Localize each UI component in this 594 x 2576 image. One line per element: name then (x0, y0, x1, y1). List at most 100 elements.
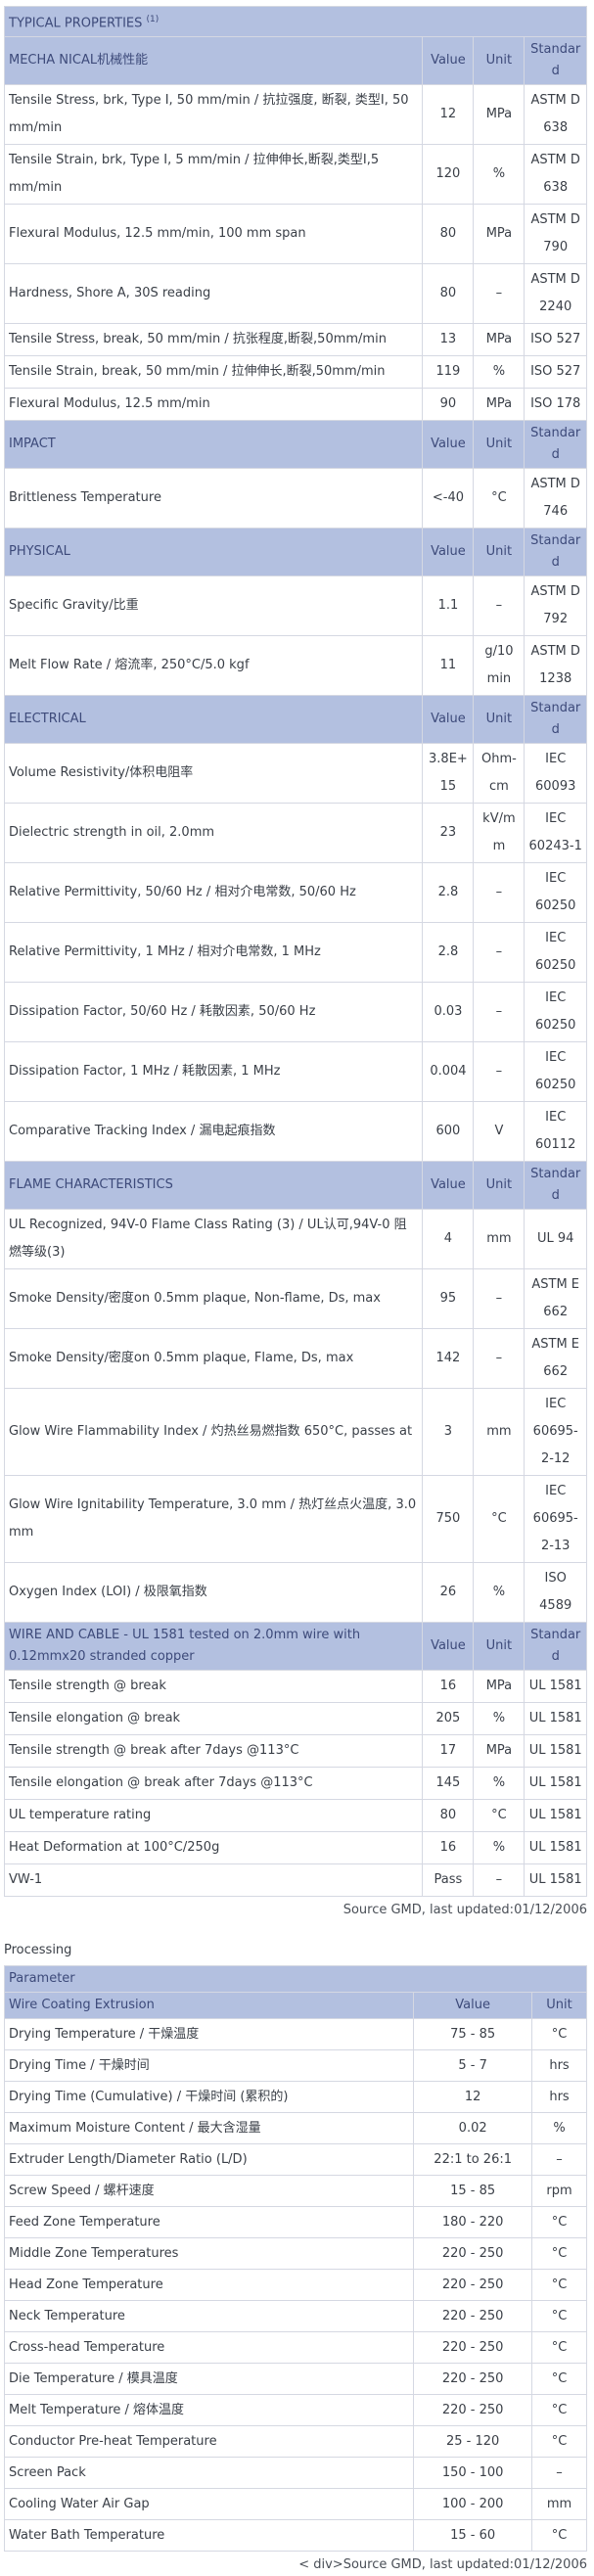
processing-unit: – (531, 2143, 587, 2177)
property-value: 3.8E+15 (422, 743, 475, 805)
property-unit: – (473, 982, 525, 1043)
property-unit: – (473, 862, 525, 924)
property-row: VW-1 Pass – UL 1581 (3, 1863, 587, 1898)
column-header-standard: Standard (524, 36, 587, 86)
property-row: Volume Resistivity/体积电阻率 3.8E+15 Ohm-cm IEC… (3, 743, 587, 805)
property-unit: – (473, 922, 525, 984)
property-standard: IEC 60695-2-13 (524, 1475, 587, 1564)
property-name: Tensile Strain, break, 50 mm/min / 拉伸伸长,… (3, 355, 424, 390)
property-standard: ASTM D 790 (524, 204, 587, 265)
property-value: 4 (422, 1209, 475, 1270)
property-value: 2.8 (422, 922, 475, 984)
property-unit: % (473, 1831, 525, 1865)
property-unit: – (473, 263, 525, 325)
section-header-label: FLAME CHARACTERISTICS (3, 1161, 424, 1211)
processing-unit: % (531, 2112, 587, 2145)
property-standard: UL 1581 (524, 1863, 587, 1898)
processing-row: Drying Time / 干燥时间 5 - 7 hrs (3, 2049, 587, 2083)
processing-row: Cross-head Temperature 220 - 250 °C (3, 2331, 587, 2365)
property-row: Smoke Density/密度on 0.5mm plaque, Flame, … (3, 1328, 587, 1390)
property-row: Tensile Strain, brk, Type I, 5 mm/min / … (3, 144, 587, 206)
property-standard: ASTM D 1238 (524, 635, 587, 697)
column-header-unit: Unit (473, 528, 525, 577)
property-name: Brittleness Temperature (3, 468, 424, 529)
processing-parameter: Neck Temperature (3, 2300, 415, 2333)
property-unit: – (473, 1268, 525, 1330)
parameter-header-row: Parameter (4, 1965, 587, 1994)
property-standard: ASTM D 2240 (524, 263, 587, 325)
section-title: TYPICAL PROPERTIES (1) (4, 5, 587, 38)
property-row: Relative Permittivity, 1 MHz / 相对介电常数, 1… (3, 922, 587, 984)
property-unit: kV/mm (473, 803, 525, 864)
processing-unit: hrs (531, 2049, 587, 2083)
column-header-unit: Unit (531, 1992, 587, 2020)
property-value: 80 (422, 204, 475, 265)
processing-parameter: Feed Zone Temperature (3, 2206, 415, 2239)
property-unit: – (473, 1328, 525, 1390)
column-header-standard: Standard (524, 1622, 587, 1672)
processing-value: 220 - 250 (413, 2331, 533, 2365)
processing-unit: °C (531, 2425, 587, 2459)
property-name: Flexural Modulus, 12.5 mm/min, 100 mm sp… (3, 204, 424, 265)
property-name: Dielectric strength in oil, 2.0mm (3, 803, 424, 864)
processing-value: 150 - 100 (413, 2457, 533, 2490)
property-value: 11 (422, 635, 475, 697)
property-value: 26 (422, 1562, 475, 1624)
property-name: Dissipation Factor, 50/60 Hz / 耗散因素, 50/… (3, 982, 424, 1043)
property-row: Glow Wire Flammability Index / 灼热丝易燃指数 6… (3, 1388, 587, 1477)
processing-value: 15 - 60 (413, 2519, 533, 2553)
processing-row: Neck Temperature 220 - 250 °C (3, 2300, 587, 2333)
section-header-label: MECHA NICAL机械性能 (3, 36, 424, 86)
processing-parameter: Die Temperature / 模具温度 (3, 2363, 415, 2396)
property-value: <-40 (422, 468, 475, 529)
property-value: 600 (422, 1101, 475, 1163)
property-unit: % (473, 1562, 525, 1624)
property-row: Heat Deformation at 100°C/250g 16% UL 1581 (3, 1831, 587, 1865)
column-header-standard: Standard (524, 528, 587, 577)
property-row: Melt Flow Rate / 熔流率, 250°C/5.0 kgf 11 g/1… (3, 635, 587, 697)
processing-parameter: Cross-head Temperature (3, 2331, 415, 2365)
property-standard: IEC 60250 (524, 922, 587, 984)
column-header-value: Value (422, 36, 475, 86)
processing-unit: °C (531, 2237, 587, 2271)
processing-value: 100 - 200 (413, 2488, 533, 2521)
property-unit: MPa (473, 1734, 525, 1769)
property-name: Tensile strength @ break (3, 1670, 424, 1704)
property-name: Smoke Density/密度on 0.5mm plaque, Flame, … (3, 1328, 424, 1390)
processing-value: 75 - 85 (413, 2018, 533, 2051)
column-header-standard: Standard (524, 420, 587, 470)
processing-parameter: Head Zone Temperature (3, 2269, 415, 2302)
section-header-row: MECHA NICAL机械性能 Value Unit Standard (3, 36, 587, 86)
processing-value: 0.02 (413, 2112, 533, 2145)
typical-properties-title: TYPICAL PROPERTIES (9, 16, 143, 31)
column-header-value: Value (422, 695, 475, 745)
property-name: Glow Wire Ignitability Temperature, 3.0 … (3, 1475, 424, 1564)
column-header-unit: Unit (473, 1161, 525, 1211)
property-row: Dissipation Factor, 1 MHz / 耗散因素, 1 MHz 0… (3, 1041, 587, 1103)
property-value: 90 (422, 388, 475, 422)
property-unit: g/10 min (473, 635, 525, 697)
processing-unit: hrs (531, 2081, 587, 2114)
property-name: Tensile strength @ break after 7days @11… (3, 1734, 424, 1769)
processing-parameter: Drying Time (Cumulative) / 干燥时间 (累积的) (3, 2081, 415, 2114)
column-header-value: Value (422, 420, 475, 470)
typical-properties-table: TYPICAL PROPERTIES (1) MECHA NICAL机械性能 Val… (3, 5, 587, 1898)
property-unit: °C (473, 468, 525, 529)
column-header-unit: Unit (473, 695, 525, 745)
processing-unit: °C (531, 2394, 587, 2427)
property-row: Comparative Tracking Index / 漏电起痕指数 600 V I… (3, 1101, 587, 1163)
column-header-unit: Unit (473, 1622, 525, 1672)
source-note: Source GMD, last updated:01/12/2006 (343, 1903, 587, 1918)
column-header-unit: Unit (473, 420, 525, 470)
property-row: UL temperature rating 80 °C UL 1581 (3, 1799, 587, 1833)
property-standard: ISO 527 (524, 355, 587, 390)
property-row: Brittleness Temperature <-40 °C ASTM D 746 (3, 468, 587, 529)
property-standard: ISO 4589 (524, 1562, 587, 1624)
property-unit: – (473, 575, 525, 637)
processing-parameter: Middle Zone Temperatures (3, 2237, 415, 2271)
property-standard: UL 1581 (524, 1670, 587, 1704)
property-unit: mm (473, 1388, 525, 1477)
processing-parameter: Maximum Moisture Content / 最大含湿量 (3, 2112, 415, 2145)
property-value: 205 (422, 1702, 475, 1736)
property-row: Dielectric strength in oil, 2.0mm 23 kV/mm… (3, 803, 587, 864)
